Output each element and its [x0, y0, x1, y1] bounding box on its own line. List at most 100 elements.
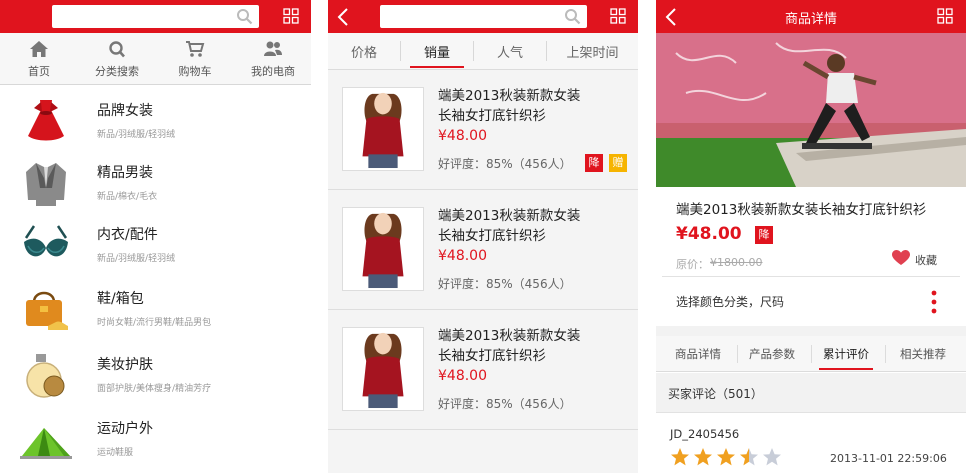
gift-badge: 赠 [609, 154, 627, 172]
category-subtitle: 新品/羽绒服/轻羽绒 [97, 130, 176, 140]
star-half-icon [740, 448, 758, 466]
product-image [342, 327, 424, 411]
grid-menu-icon[interactable] [283, 8, 299, 24]
category-name: 品牌女装 [97, 103, 153, 119]
category-item-beauty[interactable]: 美妆护肤 面部护肤/美体瘦身/精油芳疗 [0, 344, 311, 408]
product-item[interactable]: 端美2013秋装新款女装 长袖女打底针织衫 ¥48.00 好评度：85%（456人… [328, 310, 638, 430]
select-spec-row[interactable]: 选择颜色分类，尺码 [676, 293, 784, 310]
star-icon [671, 448, 689, 466]
product-title-line1: 端美2013秋装新款女装 [438, 328, 581, 344]
bottom-nav: 首页 分类搜索 购物车 我的电商 [0, 33, 311, 85]
sort-tab-price[interactable]: 价格 [328, 33, 400, 69]
category-item-womens[interactable]: 品牌女装 新品/羽绒服/轻羽绒 [0, 90, 311, 154]
product-title-line2: 长袖女打底针织衫 [438, 348, 546, 364]
category-name: 内衣/配件 [97, 227, 158, 243]
top-bar [328, 0, 638, 33]
nav-cart-label: 购物车 [178, 65, 212, 78]
perfume-icon [26, 354, 65, 398]
category-subtitle: 新品/棉衣/毛衣 [97, 192, 158, 202]
tab-divider [811, 345, 812, 363]
category-subtitle: 新品/羽绒服/轻羽绒 [97, 254, 176, 264]
product-rating: 好评度：85%（456人） [438, 397, 572, 411]
product-list-screen: 价格 销量 人气 上架时间 端美2013秋装新款女装 长袖女打底针织衫 ¥48.0… [328, 0, 638, 473]
category-subtitle: 时尚女鞋/流行男鞋/鞋品男包 [97, 318, 212, 328]
category-name: 鞋/箱包 [97, 291, 144, 307]
price-drop-badge: 降 [755, 226, 773, 244]
active-tab-indicator [410, 66, 464, 68]
reviewer-name: JD_2405456 [670, 427, 740, 441]
grid-menu-icon[interactable] [610, 8, 626, 24]
top-bar: 商品详情 [656, 0, 966, 33]
category-item-shoes-bags[interactable]: 鞋/箱包 时尚女鞋/流行男鞋/鞋品男包 [0, 278, 311, 342]
category-name: 美妆护肤 [97, 357, 153, 373]
category-item-underwear[interactable]: 内衣/配件 新品/羽绒服/轻羽绒 [0, 214, 311, 278]
page-title: 商品详情 [784, 12, 837, 27]
product-title: 端美2013秋装新款女装长袖女打底针织衫 [438, 206, 598, 246]
nav-home-label: 首页 [28, 65, 50, 78]
tab-product-detail[interactable]: 商品详情 [668, 346, 728, 362]
category-screen: 首页 分类搜索 购物车 我的电商 品牌女装 新品/羽绒服/轻羽绒 精品男装 新品… [0, 0, 311, 473]
nav-category-search[interactable]: 分类搜索 [78, 33, 156, 85]
product-price: ¥48.00 [676, 224, 742, 244]
bag-icon [26, 291, 68, 330]
tab-reviews[interactable]: 累计评价 [816, 346, 876, 362]
category-item-outdoor[interactable]: 运动户外 运动鞋服 [0, 408, 311, 472]
bra-icon [24, 225, 68, 257]
sort-tab-sales[interactable]: 销量 [401, 33, 473, 69]
product-title-line1: 端美2013秋装新款女装 [438, 88, 581, 104]
nav-category-search-label: 分类搜索 [95, 65, 139, 78]
top-bar [0, 0, 311, 33]
product-item[interactable]: 端美2013秋装新款女装 长袖女打底针织衫 ¥48.00 好评度：85%（456人… [328, 70, 638, 190]
more-options-icon[interactable] [930, 290, 938, 314]
nav-cart[interactable]: 购物车 [156, 33, 234, 85]
product-rating: 好评度：85%（456人） [438, 277, 572, 291]
category-name: 运动户外 [97, 421, 153, 437]
product-title-line1: 端美2013秋装新款女装 [438, 208, 581, 224]
product-item[interactable]: 端美2013秋装新款女装 长袖女打底针织衫 ¥48.00 好评度：85%（456人… [328, 190, 638, 310]
nav-my-account-label: 我的电商 [251, 65, 295, 78]
product-price: ¥48.00 [438, 128, 487, 144]
tab-product-params[interactable]: 产品参数 [742, 346, 802, 362]
tab-divider [885, 345, 886, 363]
nav-my-account[interactable]: 我的电商 [234, 33, 311, 85]
search-input[interactable] [380, 5, 587, 28]
category-item-mens[interactable]: 精品男装 新品/棉衣/毛衣 [0, 152, 311, 216]
user-icon [264, 41, 282, 56]
heart-icon [892, 250, 910, 265]
jacket-icon [26, 163, 66, 206]
product-title: 端美2013秋装新款女装长袖女打底针织衫 [676, 202, 927, 218]
review-date: 2013-11-01 22:59:06 [830, 452, 947, 465]
section-gap [656, 326, 966, 336]
product-price: ¥48.00 [438, 248, 487, 264]
price-drop-badge: 降 [585, 154, 603, 172]
grid-menu-icon[interactable] [937, 8, 953, 24]
sort-tab-newest[interactable]: 上架时间 [547, 33, 638, 69]
search-input[interactable] [52, 5, 259, 28]
product-title: 端美2013秋装新款女装长袖女打底针织衫 [438, 326, 598, 366]
favorite-button[interactable]: 收藏 [892, 250, 952, 268]
product-detail-screen: 商品详情 端美2013秋装新款女装长袖女打底针织衫 ¥48.00 降 原价： ¥… [656, 0, 966, 473]
product-title-line2: 长袖女打底针织衫 [438, 108, 546, 124]
sort-tabs: 价格 销量 人气 上架时间 [328, 33, 638, 70]
review-count: 买家评论（501） [668, 387, 763, 401]
product-hero-image [656, 33, 966, 187]
search-icon[interactable] [564, 8, 581, 25]
star-icon [694, 448, 712, 466]
sort-tab-popularity[interactable]: 人气 [474, 33, 546, 69]
category-subtitle: 运动鞋服 [97, 448, 134, 458]
category-name: 精品男装 [97, 165, 153, 181]
product-image [342, 87, 424, 171]
search-icon[interactable] [236, 8, 253, 25]
product-title-line2: 长袖女打底针织衫 [438, 228, 546, 244]
back-arrow-icon[interactable] [336, 8, 350, 26]
dress-icon [28, 100, 64, 141]
cart-icon [186, 41, 205, 57]
nav-home[interactable]: 首页 [0, 33, 78, 85]
star-icon [717, 448, 735, 466]
divider [662, 276, 960, 277]
tent-icon [20, 428, 72, 459]
tab-related[interactable]: 相关推荐 [892, 346, 954, 362]
home-icon [30, 41, 48, 57]
product-price: ¥48.00 [438, 368, 487, 384]
screenshot-stage: 首页 分类搜索 购物车 我的电商 品牌女装 新品/羽绒服/轻羽绒 精品男装 新品… [0, 0, 966, 473]
